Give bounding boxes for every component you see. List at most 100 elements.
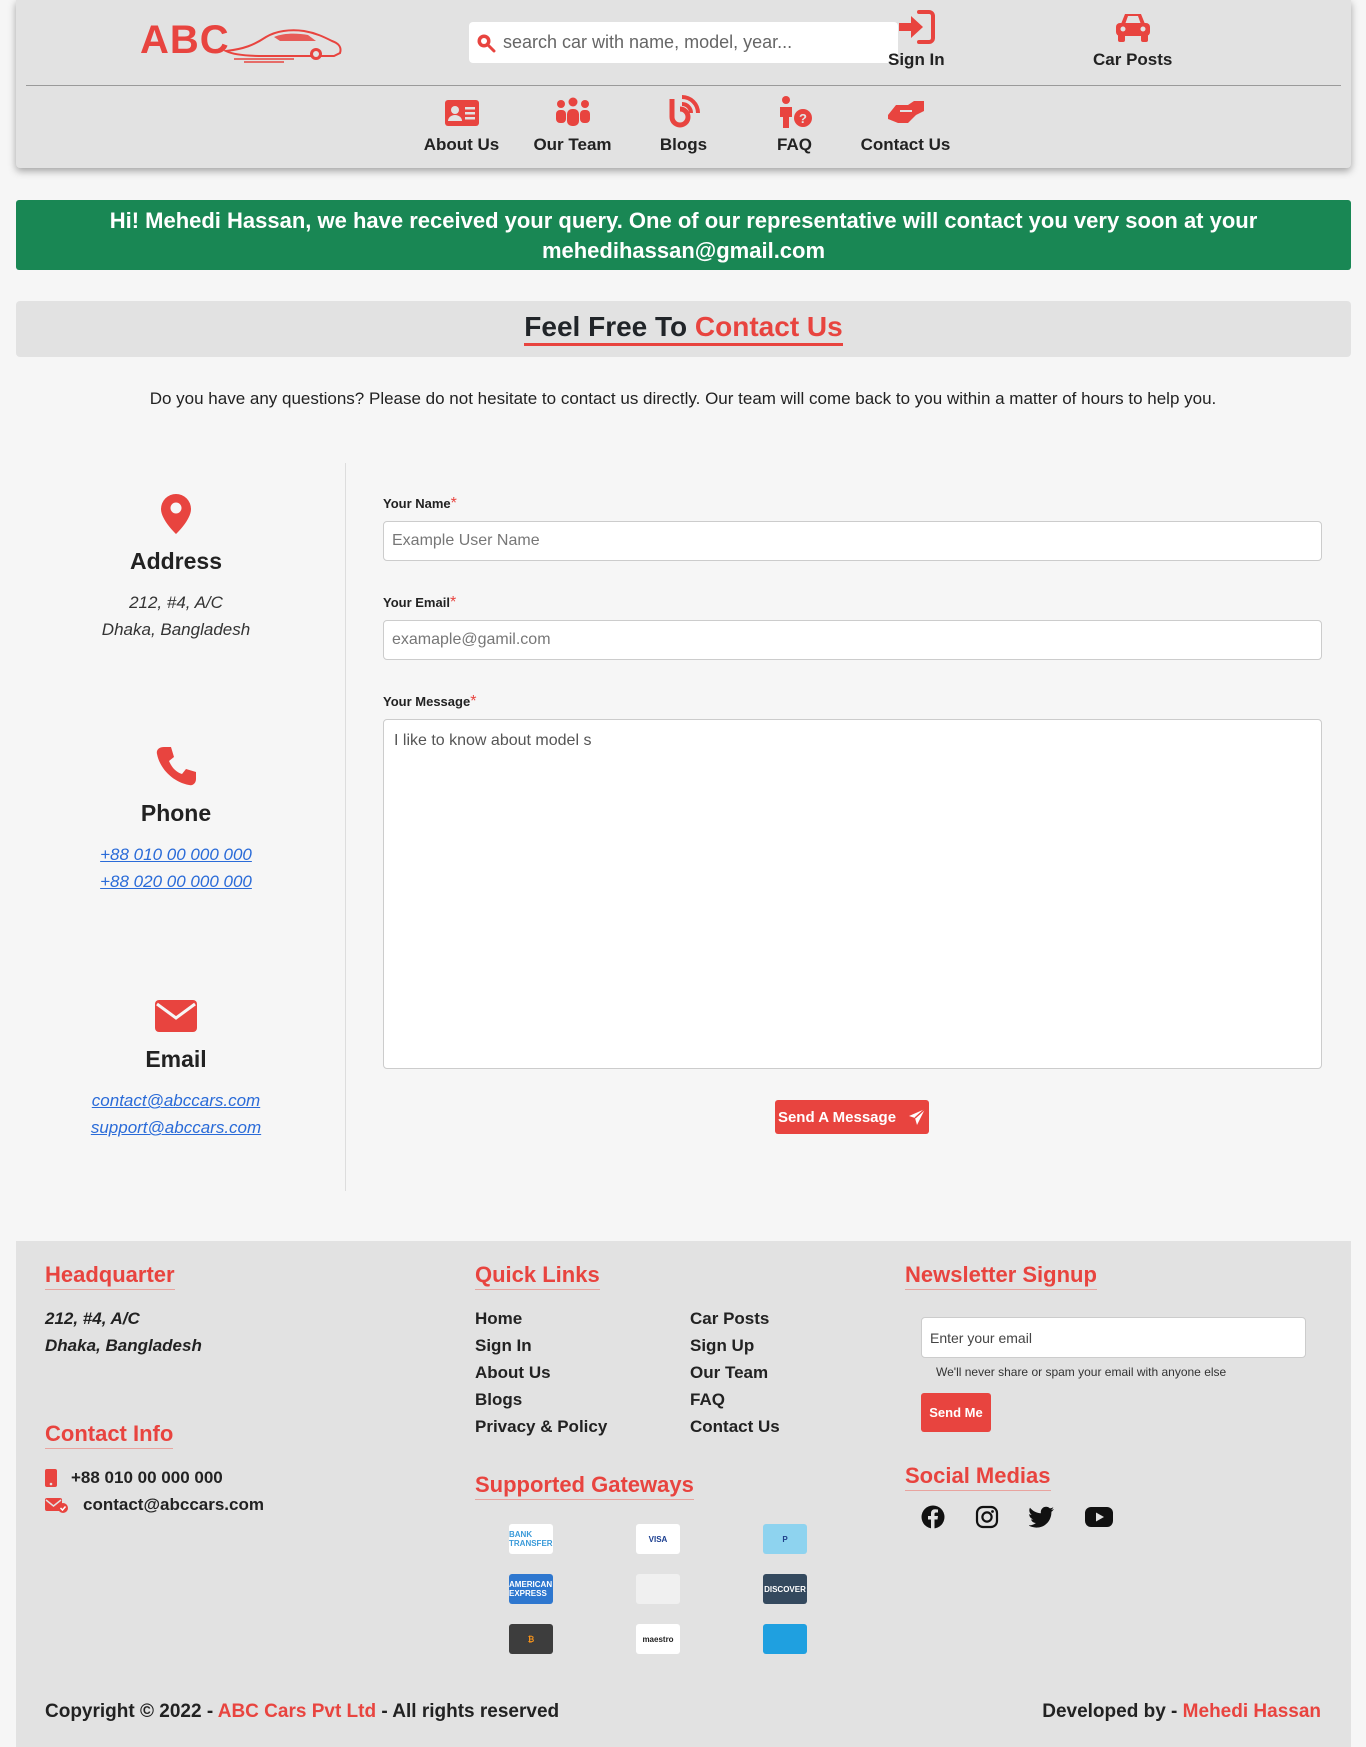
page-title-bar: Feel Free To Contact Us <box>16 301 1351 357</box>
car-posts-label: Car Posts <box>1093 50 1173 69</box>
address-line: 212, #4, A/C <box>129 593 223 612</box>
phone-link[interactable]: +88 020 00 000 000 <box>100 872 252 891</box>
sign-in-label: Sign In <box>888 50 945 69</box>
discover-icon: DISCOVER <box>763 1574 807 1604</box>
quick-link[interactable]: Contact Us <box>690 1413 780 1440</box>
phone-block: Phone +88 010 00 000 000 +88 020 00 000 … <box>16 745 336 895</box>
nav-our-team[interactable]: Our Team <box>517 95 628 155</box>
quick-link[interactable]: About Us <box>475 1359 607 1386</box>
phone-icon <box>156 747 196 786</box>
footer-phone-text: +88 010 00 000 000 <box>71 1468 223 1487</box>
footer-email-text: contact@abccars.com <box>83 1495 264 1514</box>
sign-in-link[interactable]: Sign In <box>888 10 945 70</box>
nav-contact-us[interactable]: Contact Us <box>850 95 961 155</box>
sign-in-icon <box>899 10 936 44</box>
send-message-button[interactable]: Send A Message <box>775 1100 929 1134</box>
twitter-icon[interactable] <box>1029 1506 1055 1528</box>
nav-blogs[interactable]: Blogs <box>628 95 739 155</box>
search-icon[interactable] <box>469 33 503 53</box>
quick-links-col1: Home Sign In About Us Blogs Privacy & Po… <box>475 1305 607 1440</box>
search-input[interactable] <box>503 32 883 53</box>
copyright-suffix: - All rights reserved <box>381 1701 560 1722</box>
social-title: Social Medias <box>905 1462 1051 1491</box>
quick-link[interactable]: Privacy & Policy <box>475 1413 607 1440</box>
quick-link[interactable]: Home <box>475 1305 607 1332</box>
svg-text:?: ? <box>799 111 807 126</box>
envelope-icon <box>155 1000 197 1032</box>
visa-icon: VISA <box>636 1524 680 1554</box>
person-question-icon: ? <box>779 96 812 128</box>
paper-plane-icon <box>909 1108 926 1125</box>
name-label: Your Name <box>383 496 451 511</box>
name-field[interactable] <box>383 521 1322 561</box>
american-express-icon: AMERICAN EXPRESS <box>509 1574 553 1604</box>
bitcoin-icon: ₿ <box>509 1624 553 1654</box>
bank-transfer-icon: BANK TRANSFER <box>509 1524 553 1554</box>
title-prefix: Feel Free To <box>524 311 688 342</box>
send-message-label: Send A Message <box>777 1108 897 1126</box>
quick-links-col2: Car Posts Sign Up Our Team FAQ Contact U… <box>690 1305 780 1440</box>
nav-faq[interactable]: ? FAQ <box>739 95 850 155</box>
phone-title: Phone <box>140 800 212 826</box>
headquarter-title: Headquarter <box>45 1261 175 1290</box>
nav-label: Blogs <box>659 135 708 154</box>
message-label: Your Message <box>383 694 471 709</box>
car-icon <box>1115 14 1150 42</box>
gateways-title: Supported Gateways <box>475 1471 694 1500</box>
paypal-icon: P <box>763 1524 807 1554</box>
logo-text: ABC <box>140 18 230 62</box>
newsletter-title: Newsletter Signup <box>905 1261 1097 1290</box>
map-pin-icon <box>161 494 191 534</box>
youtube-icon[interactable] <box>1085 1507 1113 1527</box>
copyright: Copyright © 2022 - ABC Cars Pvt Ltd - Al… <box>45 1701 559 1723</box>
mobile-icon <box>45 1469 57 1487</box>
quick-link[interactable]: Our Team <box>690 1359 780 1386</box>
contact-info-column: Address 212, #4, A/C Dhaka, Bangladesh P… <box>16 463 346 1191</box>
id-card-icon <box>444 100 479 126</box>
car-logo-icon <box>223 28 342 63</box>
nav-label: Contact Us <box>860 135 951 154</box>
nav-label: FAQ <box>777 135 812 154</box>
quick-link[interactable]: Sign In <box>475 1332 607 1359</box>
copyright-company[interactable]: ABC Cars Pvt Ltd <box>218 1701 376 1722</box>
email-field[interactable] <box>383 620 1322 660</box>
quick-link[interactable]: Sign Up <box>690 1332 780 1359</box>
quick-link[interactable]: Car Posts <box>690 1305 780 1332</box>
footer-phone: +88 010 00 000 000 <box>45 1468 223 1488</box>
search-bar <box>469 22 898 63</box>
newsletter-send-button[interactable]: Send Me <box>921 1393 991 1432</box>
site-header: ABC Sign In Car Posts <box>16 0 1351 168</box>
page-title: Feel Free To Contact Us <box>524 311 843 346</box>
required-mark: * <box>470 693 477 710</box>
facebook-icon[interactable] <box>921 1505 945 1529</box>
gateway-grid: BANK TRANSFER VISA P AMERICAN EXPRESS DISCOV… <box>509 1524 807 1654</box>
email-block: Email contact@abccars.com support@abccar… <box>16 999 336 1141</box>
social-links <box>921 1505 1113 1529</box>
quick-link[interactable]: Blogs <box>475 1386 607 1413</box>
title-accent: Contact Us <box>694 311 843 342</box>
copyright-prefix: Copyright © 2022 - <box>45 1701 214 1722</box>
phone-link[interactable]: +88 010 00 000 000 <box>100 845 252 864</box>
email-link[interactable]: contact@abccars.com <box>92 1091 260 1110</box>
main-nav: About Us Our Team Blogs ? FAQ Contact Us <box>16 95 1351 155</box>
newsletter-note: We'll never share or spam your email wit… <box>936 1365 1227 1379</box>
quick-link[interactable]: FAQ <box>690 1386 780 1413</box>
email-link[interactable]: support@abccars.com <box>91 1118 261 1137</box>
message-field[interactable]: I like to know about model s <box>383 719 1322 1069</box>
address-title: Address <box>129 548 223 574</box>
newsletter-email-input[interactable] <box>921 1317 1306 1358</box>
instagram-icon[interactable] <box>975 1505 999 1529</box>
developer-name[interactable]: Mehedi Hassan <box>1183 1701 1321 1722</box>
blog-icon <box>669 95 700 128</box>
nav-label: About Us <box>423 135 500 154</box>
car-posts-link[interactable]: Car Posts <box>1093 10 1172 70</box>
required-mark: * <box>450 495 457 512</box>
logo[interactable]: ABC <box>140 18 344 63</box>
nav-label: Our Team <box>533 135 612 154</box>
developer-credit: Developed by - Mehedi Hassan <box>1042 1701 1321 1723</box>
intro-text: Do you have any questions? Please do not… <box>149 389 1217 408</box>
success-alert: Hi! Mehedi Hassan, we have received your… <box>16 200 1351 270</box>
nav-about-us[interactable]: About Us <box>406 95 517 155</box>
mastercard-icon <box>763 1624 807 1654</box>
card-icon <box>636 1574 680 1604</box>
